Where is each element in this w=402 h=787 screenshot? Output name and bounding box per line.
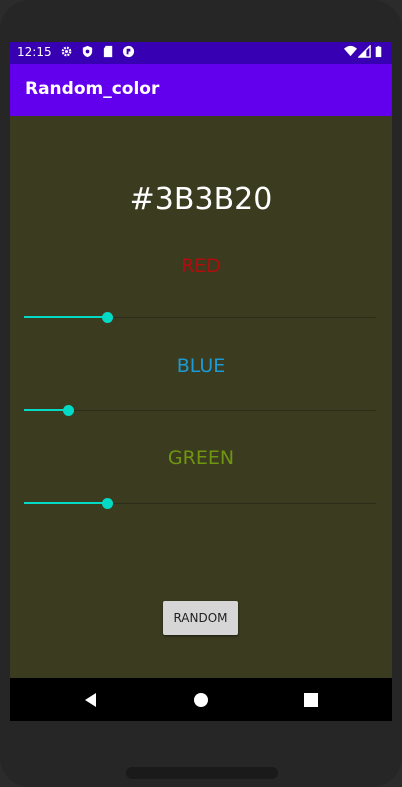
back-icon[interactable]: [82, 691, 100, 709]
speaker-grille: [126, 767, 278, 779]
notification-icon: [122, 45, 135, 58]
random-button[interactable]: RANDOM: [163, 601, 238, 635]
navigation-bar: [10, 678, 392, 721]
slider-thumb[interactable]: [63, 405, 74, 416]
slider-thumb[interactable]: [102, 498, 113, 509]
red-label: RED: [181, 255, 221, 277]
app-title: Random_color: [25, 79, 160, 99]
slider-fill: [24, 502, 107, 504]
status-bar: 12:15: [10, 42, 392, 64]
battery-icon: [375, 45, 382, 58]
wifi-icon: [344, 45, 357, 57]
slider-track: [24, 410, 376, 411]
recents-icon[interactable]: [302, 691, 320, 709]
app-bar: Random_color: [10, 64, 392, 116]
green-slider[interactable]: [24, 497, 376, 511]
shield-icon: [82, 45, 93, 58]
green-label: GREEN: [167, 447, 235, 469]
app-screen: 12:15 Random_color #3B3B20 RED BLUE GREE…: [10, 42, 392, 719]
blue-label: BLUE: [176, 355, 226, 377]
slider-thumb[interactable]: [102, 312, 113, 323]
slider-fill: [24, 316, 107, 318]
blue-slider[interactable]: [24, 404, 376, 418]
red-slider[interactable]: [24, 311, 376, 325]
status-time: 12:15: [17, 45, 52, 59]
sd-card-icon: [103, 45, 113, 58]
gear-icon: [61, 46, 72, 57]
signal-icon: [358, 45, 371, 58]
hex-color-text: #3B3B20: [129, 182, 273, 217]
slider-fill: [24, 409, 68, 411]
home-icon[interactable]: [192, 691, 210, 709]
